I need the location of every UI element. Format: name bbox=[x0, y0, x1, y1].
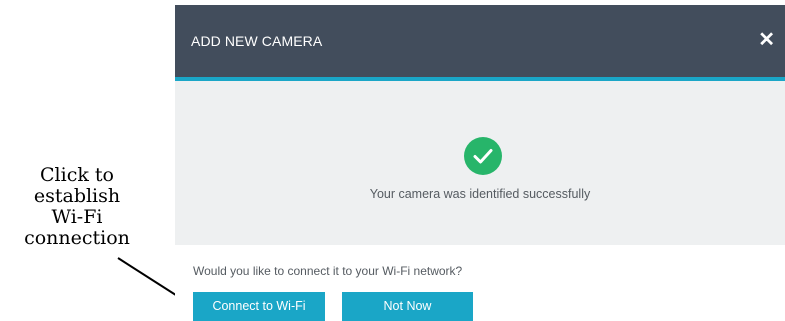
add-camera-dialog: ADD NEW CAMERA ✕ Your camera was identif… bbox=[175, 5, 785, 321]
annotation-line: establish bbox=[33, 185, 121, 207]
close-icon[interactable]: ✕ bbox=[758, 27, 775, 52]
wifi-question: Would you like to connect it to your Wi-… bbox=[193, 264, 463, 278]
not-now-button[interactable]: Not Now bbox=[342, 292, 473, 321]
annotation-callout: Click to establish Wi-Fi connection bbox=[2, 165, 152, 249]
dialog-status-panel: Your camera was identified successfully bbox=[175, 81, 785, 245]
dialog-title: ADD NEW CAMERA bbox=[191, 33, 323, 49]
annotation-line: connection bbox=[24, 227, 130, 249]
dialog-header: ADD NEW CAMERA ✕ bbox=[175, 5, 785, 81]
check-circle-icon bbox=[464, 137, 502, 175]
annotation-line: Click to bbox=[40, 164, 114, 186]
success-message: Your camera was identified successfully bbox=[369, 187, 591, 201]
connect-wifi-button[interactable]: Connect to Wi-Fi bbox=[193, 292, 325, 321]
annotation-line: Wi-Fi bbox=[51, 206, 103, 228]
